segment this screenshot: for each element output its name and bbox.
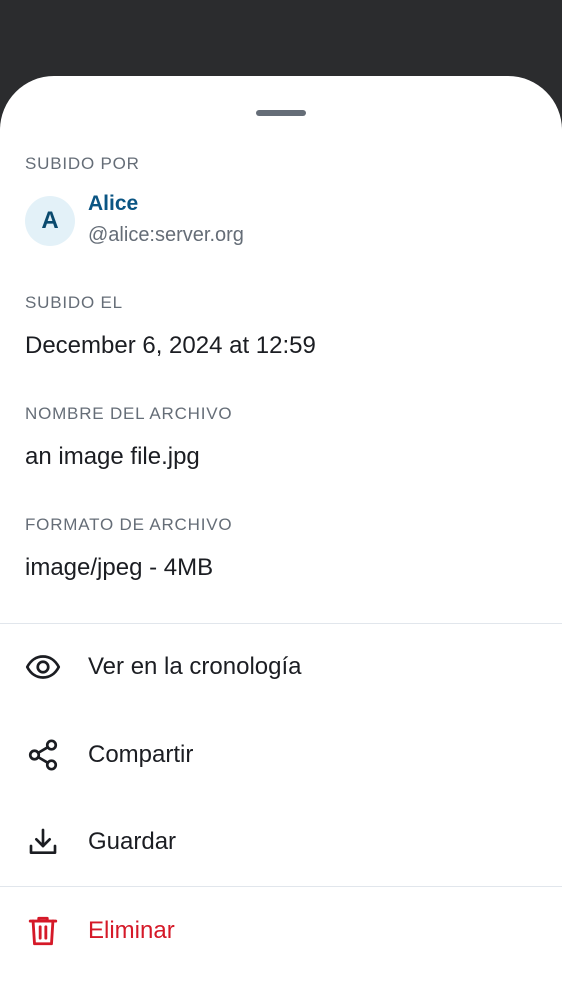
delete-label: Eliminar [88,917,175,944]
bottom-sheet: SUBIDO POR A Alice @alice:server.org SUB… [0,76,562,1000]
share-icon [25,737,61,773]
share-label: Compartir [88,741,194,768]
save-label: Guardar [88,828,177,855]
download-icon [25,824,61,860]
view-in-timeline-button[interactable]: Ver en la cronología [0,631,562,703]
drag-handle[interactable] [256,110,306,116]
file-format-value: image/jpeg - 4MB [25,554,214,581]
file-name-value: an image file.jpg [25,443,200,470]
view-in-timeline-label: Ver en la cronología [88,653,302,680]
avatar: A [25,196,75,246]
trash-icon [25,913,61,949]
uploader-name: Alice [88,192,139,215]
uploaded-by-label: SUBIDO POR [25,154,140,173]
file-name-label: NOMBRE DEL ARCHIVO [25,404,233,423]
delete-button[interactable]: Eliminar [0,895,562,967]
uploaded-on-label: SUBIDO EL [25,293,123,312]
share-button[interactable]: Compartir [0,719,562,791]
save-button[interactable]: Guardar [0,806,562,878]
divider [0,886,562,887]
uploaded-on-value: December 6, 2024 at 12:59 [25,332,316,359]
eye-icon [25,649,61,685]
divider [0,623,562,624]
uploader-user-id: @alice:server.org [88,224,244,246]
file-format-label: FORMATO DE ARCHIVO [25,515,233,534]
